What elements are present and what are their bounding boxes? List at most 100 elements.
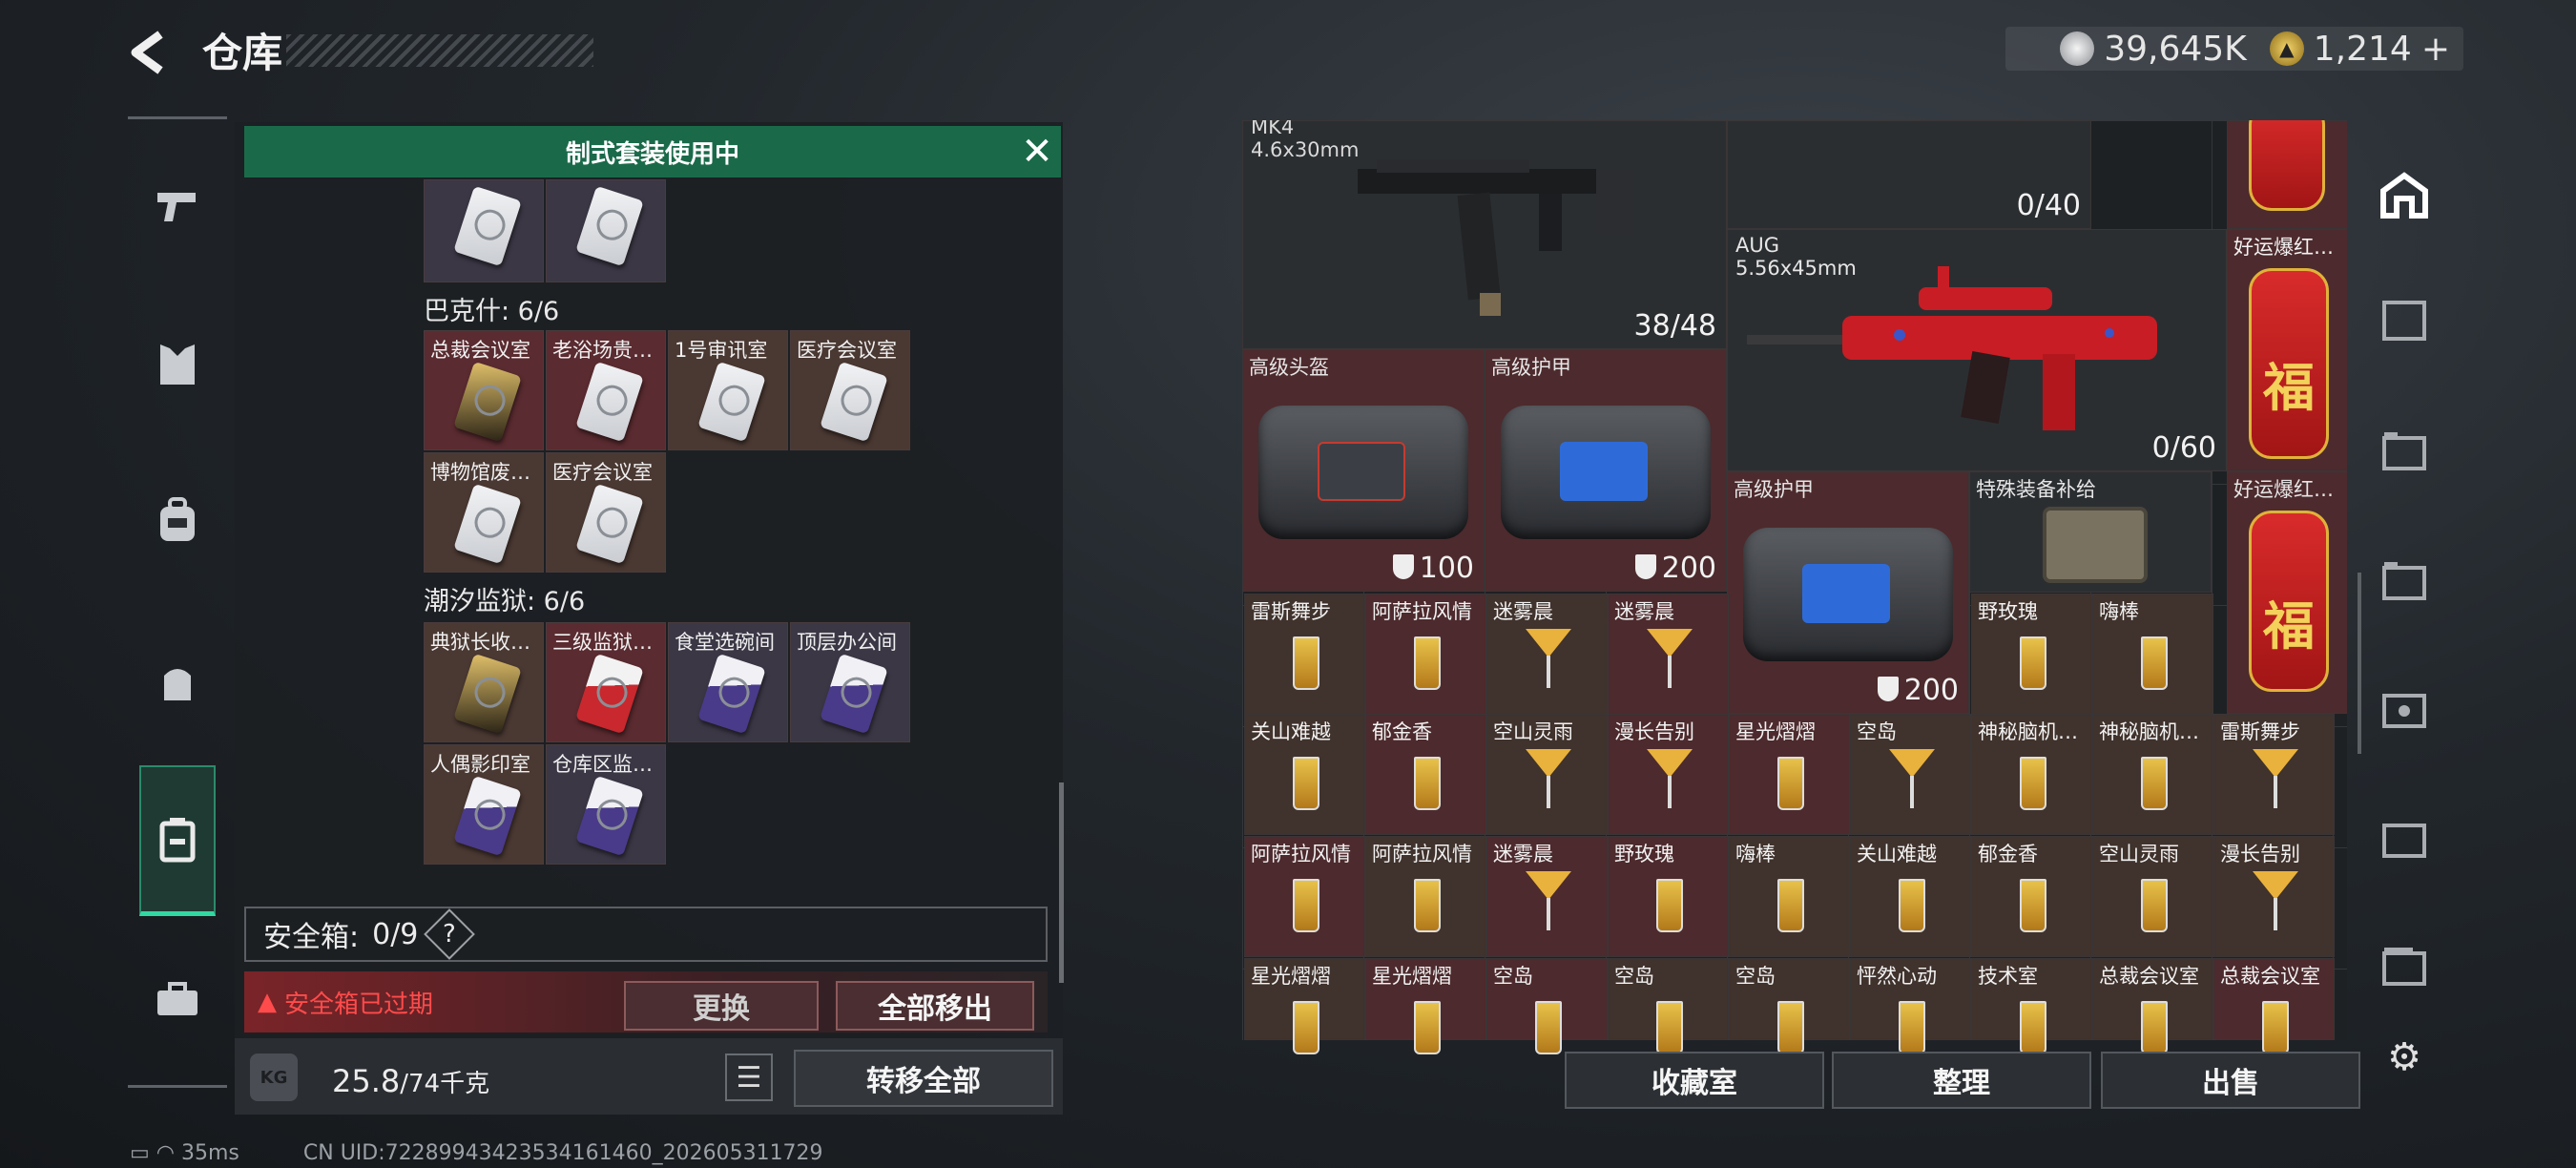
keycard-icon [575, 185, 644, 267]
item-drink[interactable]: 星光熠熠 [1365, 958, 1486, 1054]
key-card[interactable]: 老浴场贵… [546, 330, 666, 450]
drink-icon [1293, 879, 1319, 932]
armor-icon[interactable] [139, 326, 216, 403]
drink-icon [1414, 1001, 1441, 1054]
scrollbar[interactable] [1059, 782, 1064, 983]
item-drink[interactable]: 空山灵雨 [1486, 714, 1608, 835]
drink-icon [1293, 1001, 1319, 1054]
back-arrow-icon[interactable] [126, 29, 174, 76]
item-drink[interactable]: 技术室 [1971, 958, 2092, 1054]
drink-icon [1656, 1001, 1683, 1054]
item-aug[interactable]: AUG 5.56x45mm 0/60 [1727, 229, 2227, 471]
key-card[interactable]: 三级监狱… [546, 622, 666, 742]
item-drink[interactable]: 漫长告别 [2213, 836, 2335, 957]
item-drink[interactable]: 总裁会议室 [2213, 958, 2335, 1054]
key-card[interactable]: 顶层办公间 [790, 622, 910, 742]
add-currency-button[interactable]: + [2421, 30, 2450, 69]
item-helmet-bag[interactable]: 高级头盔 100 [1242, 349, 1485, 592]
key-card[interactable]: 典狱长收… [424, 622, 544, 742]
sell-button[interactable]: 出售 [2101, 1052, 2360, 1109]
item-drink[interactable]: 神秘脑机… [1971, 714, 2092, 835]
currency-amount: 39,645K [2104, 29, 2247, 69]
item-drink[interactable]: 野玫瑰 [1608, 836, 1729, 957]
currency-bar[interactable]: 39,645K ▲ 1,214 + [2005, 27, 2463, 71]
close-icon[interactable]: ✕ [1015, 130, 1059, 174]
item-drink[interactable]: 漫长告别 [1608, 714, 1729, 835]
key-card[interactable]: 博物馆废… [424, 452, 544, 573]
rig-icon[interactable] [139, 645, 216, 721]
drink-icon [1526, 629, 1571, 688]
item-drink[interactable]: 阿萨拉风情 [1365, 594, 1486, 715]
item-armor-bag[interactable]: 高级护甲 200 [1727, 471, 1969, 714]
item-drink[interactable]: 空山灵雨 [2092, 836, 2213, 957]
case-icon[interactable] [139, 802, 216, 878]
toolbox-icon[interactable] [139, 962, 216, 1038]
stash-tab-1-icon[interactable] [2370, 286, 2439, 355]
drink-icon [1535, 1001, 1562, 1054]
list-icon[interactable]: ☰ [725, 1053, 773, 1101]
stash-tab-3-icon[interactable] [2370, 546, 2439, 615]
stash-tab-4-icon[interactable] [2370, 674, 2439, 742]
key-card[interactable]: 医疗会议室 [546, 452, 666, 573]
keycard-icon [575, 653, 644, 735]
page-title: 仓库 [202, 30, 283, 76]
item-special-supply[interactable]: 特殊装备补给 [1969, 471, 2212, 593]
item-drink[interactable]: 星光熠熠 [1244, 958, 1365, 1054]
item-drink[interactable]: 空岛 [1850, 714, 1971, 835]
coupon-amount: 1,214 [2313, 29, 2412, 69]
item-drink[interactable]: 迷雾晨 [1486, 594, 1608, 715]
item-drink[interactable]: 怦然心动 [1850, 958, 1971, 1054]
item-drink[interactable]: 关山难越 [1244, 714, 1365, 835]
key-card[interactable] [546, 179, 666, 282]
item-drink[interactable]: 郁金香 [1971, 836, 2092, 957]
ping-text: 35ms [181, 1141, 239, 1165]
transfer-all-button[interactable]: 转移全部 [794, 1050, 1053, 1107]
stash-tab-2-icon[interactable] [2370, 416, 2439, 485]
item-drink[interactable]: 总裁会议室 [2092, 958, 2213, 1054]
key-card[interactable]: 人偶影印室 [424, 744, 544, 865]
item-drink[interactable]: 神秘脑机… [2092, 714, 2213, 835]
collection-button[interactable]: 收藏室 [1565, 1052, 1824, 1109]
item-luck[interactable]: 好运爆红… 福 [2227, 229, 2347, 471]
item-luck[interactable] [2227, 120, 2347, 229]
sort-button[interactable]: 整理 [1832, 1052, 2091, 1109]
replace-button[interactable]: 更换 [624, 981, 819, 1031]
pistol-icon[interactable] [139, 166, 216, 242]
key-card[interactable]: 总裁会议室 [424, 330, 544, 450]
stash-tab-6-icon[interactable] [2370, 931, 2439, 1000]
item-drink[interactable]: 嗨棒 [2092, 594, 2213, 715]
move-all-out-button[interactable]: 全部移出 [836, 981, 1034, 1031]
stash-home-icon[interactable] [2370, 160, 2439, 229]
item-drink[interactable]: 嗨棒 [1729, 836, 1850, 957]
key-card[interactable]: 仓库区监… [546, 744, 666, 865]
item-drink[interactable]: 空岛 [1486, 958, 1608, 1054]
key-card[interactable]: 1号审讯室 [668, 330, 788, 450]
item-armor-bag[interactable]: 高级护甲 200 [1485, 349, 1727, 592]
item-drink[interactable]: 空岛 [1729, 958, 1850, 1054]
item-drink[interactable]: 郁金香 [1365, 714, 1486, 835]
item-drink[interactable]: 野玫瑰 [1971, 594, 2092, 715]
key-card[interactable] [424, 179, 544, 282]
backpack-icon[interactable] [139, 483, 216, 559]
luck-amulet-icon: 福 [2249, 511, 2329, 692]
scrollbar[interactable] [2358, 573, 2361, 754]
item-drink[interactable]: 迷雾晨 [1486, 836, 1608, 957]
item-drink[interactable]: 关山难越 [1850, 836, 1971, 957]
item-drink[interactable]: 阿萨拉风情 [1365, 836, 1486, 957]
item-mk4[interactable]: MK4 4.6x30mm 38/48 [1242, 120, 1727, 349]
key-card[interactable]: 食堂选碗间 [668, 622, 788, 742]
item-luck[interactable]: 好运爆红… 福 [2227, 471, 2347, 714]
coupon-icon: ▲ [2269, 31, 2304, 66]
item-drink[interactable]: 阿萨拉风情 [1244, 836, 1365, 957]
item-drink[interactable]: 星光熠熠 [1729, 714, 1850, 835]
item-drink[interactable]: 空岛 [1608, 958, 1729, 1054]
item-drink[interactable]: 雷斯舞步 [2213, 714, 2335, 835]
item-qty: 38/48 [1633, 309, 1716, 343]
stash-tab-5-icon[interactable] [2370, 803, 2439, 872]
item-drink[interactable]: 迷雾晨 [1608, 594, 1729, 715]
item-drink[interactable]: 雷斯舞步 [1244, 594, 1365, 715]
settings-icon[interactable]: ⚙ [2370, 1023, 2439, 1092]
item-weapon-part[interactable]: 0/40 [1727, 120, 2091, 229]
key-card[interactable]: 医疗会议室 [790, 330, 910, 450]
help-icon[interactable]: ? [424, 908, 476, 960]
